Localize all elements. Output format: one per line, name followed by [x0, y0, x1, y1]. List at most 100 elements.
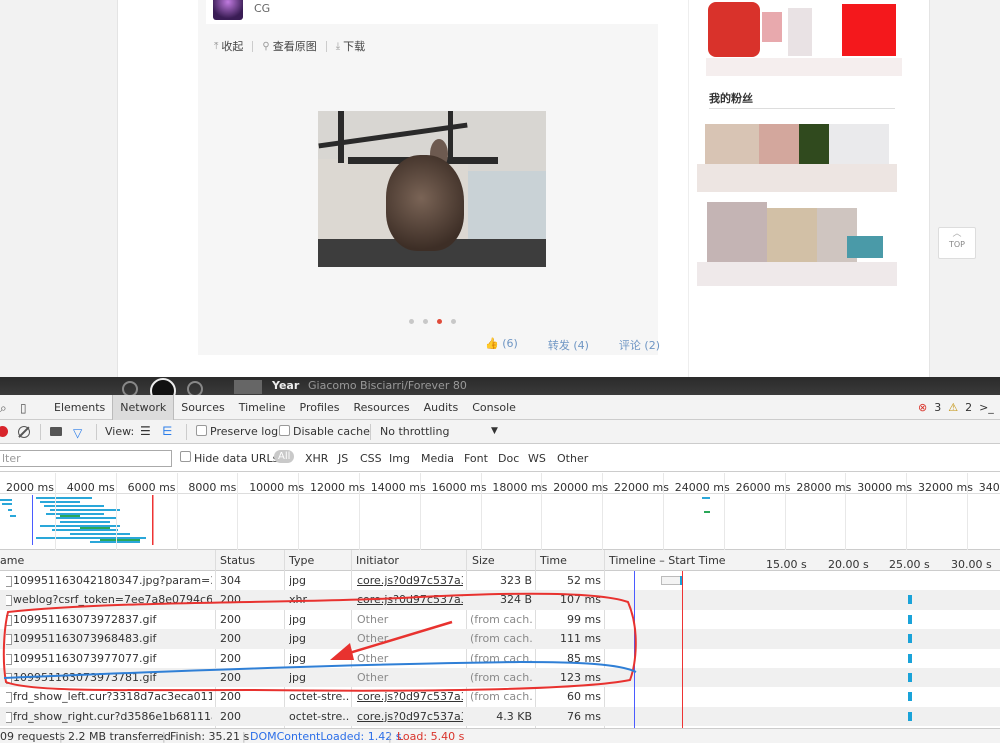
overview-gridline	[663, 473, 664, 550]
request-row[interactable]: 109951163073972837.gif200jpgOther(from c…	[0, 610, 1000, 629]
tab-network[interactable]: Network	[112, 395, 174, 420]
capture-screenshots-icon[interactable]	[50, 427, 62, 436]
request-row[interactable]: 109951163073968483.gif200jpgOther(from c…	[0, 629, 1000, 648]
filter-icon[interactable]: ▽	[73, 426, 82, 440]
request-row[interactable]: frd_show_left.cur?3318d7ac3eca011049...2…	[0, 687, 1000, 706]
filter-all-button[interactable]: All	[274, 450, 294, 463]
avatar[interactable]	[213, 0, 243, 20]
tab-elements[interactable]: Elements	[47, 395, 112, 420]
request-row[interactable]: 109951163073973781.gif200jpgOther(from c…	[0, 668, 1000, 687]
request-initiator[interactable]: core.js?0d97c537a3...	[357, 710, 463, 723]
filter-type-ws[interactable]: WS	[528, 452, 546, 465]
device-mode-icon[interactable]: ▯	[20, 401, 27, 415]
comment-author[interactable]: CG	[254, 2, 270, 15]
song-title[interactable]: Year	[272, 379, 299, 392]
finish-time: Finish: 35.21 s	[170, 730, 249, 743]
request-size: (from cach...	[470, 671, 532, 684]
repost-button[interactable]: 转发 (4)	[548, 337, 589, 353]
request-row[interactable]: 109951163073977077.gif200jpgOther(from c…	[0, 649, 1000, 668]
tab-audits[interactable]: Audits	[417, 395, 466, 420]
post-actions: 👍 (6) 转发 (4) 评论 (2)	[460, 337, 660, 353]
console-counts[interactable]: ⊗3 ⚠2 >_ ⋮	[918, 401, 1000, 414]
timeline-bar	[908, 615, 912, 624]
request-initiator[interactable]: core.js?0d97c537a3...	[357, 593, 463, 606]
filter-type-font[interactable]: Font	[464, 452, 488, 465]
timeline-bar	[908, 712, 912, 721]
filter-type-other[interactable]: Other	[557, 452, 588, 465]
tab-sources[interactable]: Sources	[174, 395, 232, 420]
gif-beam	[448, 111, 453, 161]
overview-gridline	[967, 473, 968, 550]
carousel-dot[interactable]	[409, 319, 414, 324]
request-status: 200	[220, 613, 280, 626]
timeline-bar	[908, 692, 912, 701]
collapse-label: 收起	[221, 38, 243, 54]
request-name-text: 109951163042180347.jpg?param=338y...	[6, 574, 212, 587]
request-status: 200	[220, 632, 280, 645]
request-time: 107 ms	[537, 593, 601, 606]
blurred-follow-avatars	[706, 2, 902, 77]
request-name-text: weblog?csrf_token=7ee7a8e0794c60b6...	[6, 593, 212, 606]
album-thumbnail[interactable]	[234, 380, 262, 394]
filter-input[interactable]: lter	[0, 450, 172, 467]
column-type[interactable]: Type	[289, 554, 314, 567]
filter-type-css[interactable]: CSS	[360, 452, 382, 465]
request-initiator[interactable]: core.js?0d97c537a3...	[357, 574, 463, 587]
request-row[interactable]: frd_show_right.cur?d3586e1b68111a7f1...2…	[0, 707, 1000, 726]
back-to-top-button[interactable]: ︿ TOP	[938, 227, 976, 259]
tab-profiles[interactable]: Profiles	[293, 395, 347, 420]
tab-timeline[interactable]: Timeline	[232, 395, 293, 420]
request-row[interactable]: weblog?csrf_token=7ee7a8e0794c60b6...200…	[0, 590, 1000, 609]
tab-resources[interactable]: Resources	[346, 395, 416, 420]
overview-tick-label: 26000 ms	[736, 481, 791, 494]
request-time: 52 ms	[537, 574, 601, 587]
column-timeline[interactable]: Timeline – Start Time	[609, 554, 726, 567]
request-row[interactable]: 109951163042180347.jpg?param=338y...304j…	[0, 571, 1000, 590]
song-artist[interactable]: Giacomo Bisciarri/Forever 80	[308, 379, 467, 392]
like-count: (6)	[502, 337, 518, 350]
filter-type-img[interactable]: Img	[389, 452, 410, 465]
request-size: (from cach...	[470, 613, 532, 626]
post-gif-image[interactable]	[318, 111, 546, 267]
column-initiator[interactable]: Initiator	[356, 554, 399, 567]
preserve-log-checkbox[interactable]	[196, 425, 207, 436]
timeline-tick-label: 20.00 s	[828, 558, 869, 571]
divider	[709, 108, 895, 109]
request-initiator[interactable]: core.js?0d97c537a3...	[357, 690, 463, 703]
carousel-dot[interactable]	[423, 319, 428, 324]
throttling-select[interactable]: No throttling	[380, 425, 449, 438]
overview-icon[interactable]: ⋿	[162, 424, 172, 438]
record-button[interactable]	[0, 426, 8, 437]
hide-data-urls-checkbox[interactable]	[180, 451, 191, 462]
large-rows-icon[interactable]: ☰	[140, 424, 151, 438]
like-button[interactable]: 👍 (6)	[485, 337, 518, 353]
collapse-button[interactable]: ⤒ 收起	[214, 38, 243, 54]
warning-count: 2	[965, 401, 972, 414]
disable-cache-checkbox[interactable]	[279, 425, 290, 436]
request-initiator: Other	[357, 632, 463, 645]
filter-type-doc[interactable]: Doc	[498, 452, 519, 465]
overview-tick-label: 22000 ms	[614, 481, 669, 494]
request-size: 323 B	[470, 574, 532, 587]
column-size[interactable]: Size	[472, 554, 495, 567]
tab-console[interactable]: Console	[465, 395, 523, 420]
column-name[interactable]: ame	[0, 554, 24, 567]
console-drawer-icon[interactable]: >_	[979, 401, 994, 414]
carousel-dot-active[interactable]	[437, 319, 442, 324]
filter-type-media[interactable]: Media	[421, 452, 454, 465]
comment-button[interactable]: 评论 (2)	[619, 337, 660, 353]
filter-type-js[interactable]: JS	[338, 452, 348, 465]
inspect-icon[interactable]: ⌕	[0, 401, 7, 416]
comment-preview: CG	[206, 0, 658, 24]
carousel-dot[interactable]	[451, 319, 456, 324]
filter-type-xhr[interactable]: XHR	[305, 452, 328, 465]
column-status[interactable]: Status	[220, 554, 255, 567]
download-button[interactable]: ⤓ 下载	[336, 38, 365, 54]
overview-gridline	[845, 473, 846, 550]
divider: |	[388, 730, 392, 743]
request-type: jpg	[289, 613, 349, 626]
chevron-down-icon[interactable]: ▼	[491, 426, 498, 436]
view-original-button[interactable]: ⚲ 查看原图	[262, 38, 316, 54]
column-time[interactable]: Time	[540, 554, 567, 567]
clear-button[interactable]	[18, 426, 30, 438]
